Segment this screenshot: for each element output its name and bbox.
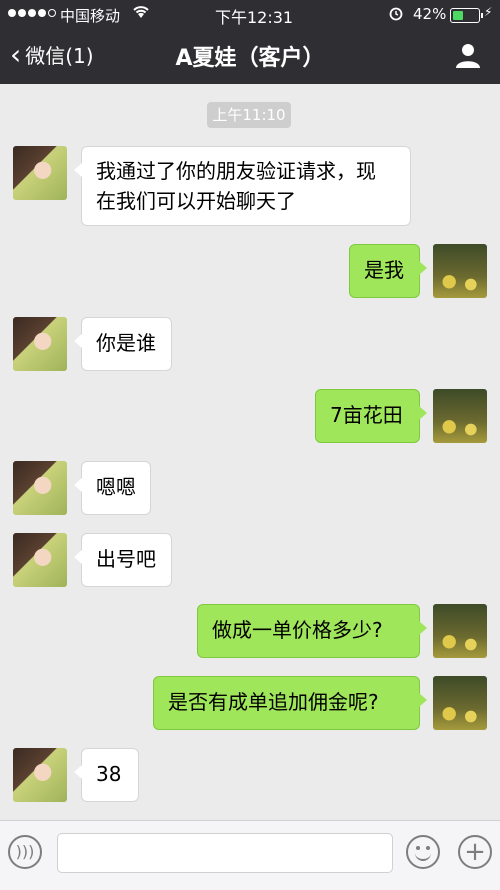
battery-percent: 42% <box>413 5 447 23</box>
contact-avatar[interactable] <box>13 748 67 802</box>
message-text: 38 <box>96 762 122 786</box>
carrier-name: 中国移动 <box>60 7 121 25</box>
plus-icon[interactable]: + <box>458 835 492 869</box>
contact-avatar[interactable] <box>13 317 67 371</box>
message-bubble-received[interactable]: 你是谁 <box>74 317 172 371</box>
contact-avatar[interactable] <box>13 146 67 200</box>
chevron-left-icon: ‹ <box>10 37 22 71</box>
message-text: 嗯嗯 <box>96 475 136 499</box>
my-avatar[interactable] <box>433 604 487 658</box>
contact-avatar[interactable] <box>13 461 67 515</box>
chat-area[interactable]: 上午11:10 我通过了你的朋友验证请求，现 在我们可以开始聊天了 是我 你是谁… <box>0 84 500 820</box>
status-bar: 中国移动 下午12:31 42% ⚡ <box>0 0 500 28</box>
message-text: 出号吧 <box>96 547 156 571</box>
emoji-icon[interactable] <box>406 835 440 869</box>
charging-icon: ⚡ <box>484 5 493 19</box>
voice-icon[interactable]: ))) <box>8 835 42 869</box>
wifi-icon <box>132 5 150 23</box>
status-time: 下午12:31 <box>215 8 294 27</box>
my-avatar[interactable] <box>433 676 487 730</box>
message-text: 做成一单价格多少? <box>212 618 383 642</box>
back-button[interactable]: ‹ 微信(1) <box>10 40 94 69</box>
my-avatar[interactable] <box>433 389 487 443</box>
back-label: 微信(1) <box>25 44 94 68</box>
message-text: 是我 <box>364 258 404 282</box>
input-bar: ))) + <box>0 820 500 890</box>
message-bubble-sent[interactable]: 做成一单价格多少? <box>197 604 427 658</box>
my-avatar[interactable] <box>433 244 487 298</box>
message-bubble-sent[interactable]: 是否有成单追加佣金呢? <box>153 676 427 730</box>
message-bubble-received[interactable]: 38 <box>74 748 139 802</box>
message-bubble-sent[interactable]: 是我 <box>349 244 427 298</box>
chat-timestamp: 上午11:10 <box>207 102 291 128</box>
battery-icon <box>450 8 483 23</box>
message-text: 我通过了你的朋友验证请求，现 <box>96 159 376 183</box>
message-text: 7亩花田 <box>330 403 403 427</box>
message-text: 是否有成单追加佣金呢? <box>168 690 379 714</box>
alarm-icon <box>388 5 404 25</box>
message-text: 在我们可以开始聊天了 <box>96 189 296 213</box>
message-text: 你是谁 <box>96 331 156 355</box>
nav-bar: ‹ 微信(1) A夏娃（客户） <box>0 28 500 84</box>
message-bubble-received[interactable]: 我通过了你的朋友验证请求，现 在我们可以开始聊天了 <box>74 146 411 226</box>
message-bubble-received[interactable]: 嗯嗯 <box>74 461 151 515</box>
message-input[interactable] <box>57 833 393 873</box>
contact-avatar[interactable] <box>13 533 67 587</box>
person-icon[interactable] <box>454 41 482 69</box>
signal-strength-icon <box>8 9 56 17</box>
message-bubble-received[interactable]: 出号吧 <box>74 533 172 587</box>
message-bubble-sent[interactable]: 7亩花田 <box>315 389 427 443</box>
